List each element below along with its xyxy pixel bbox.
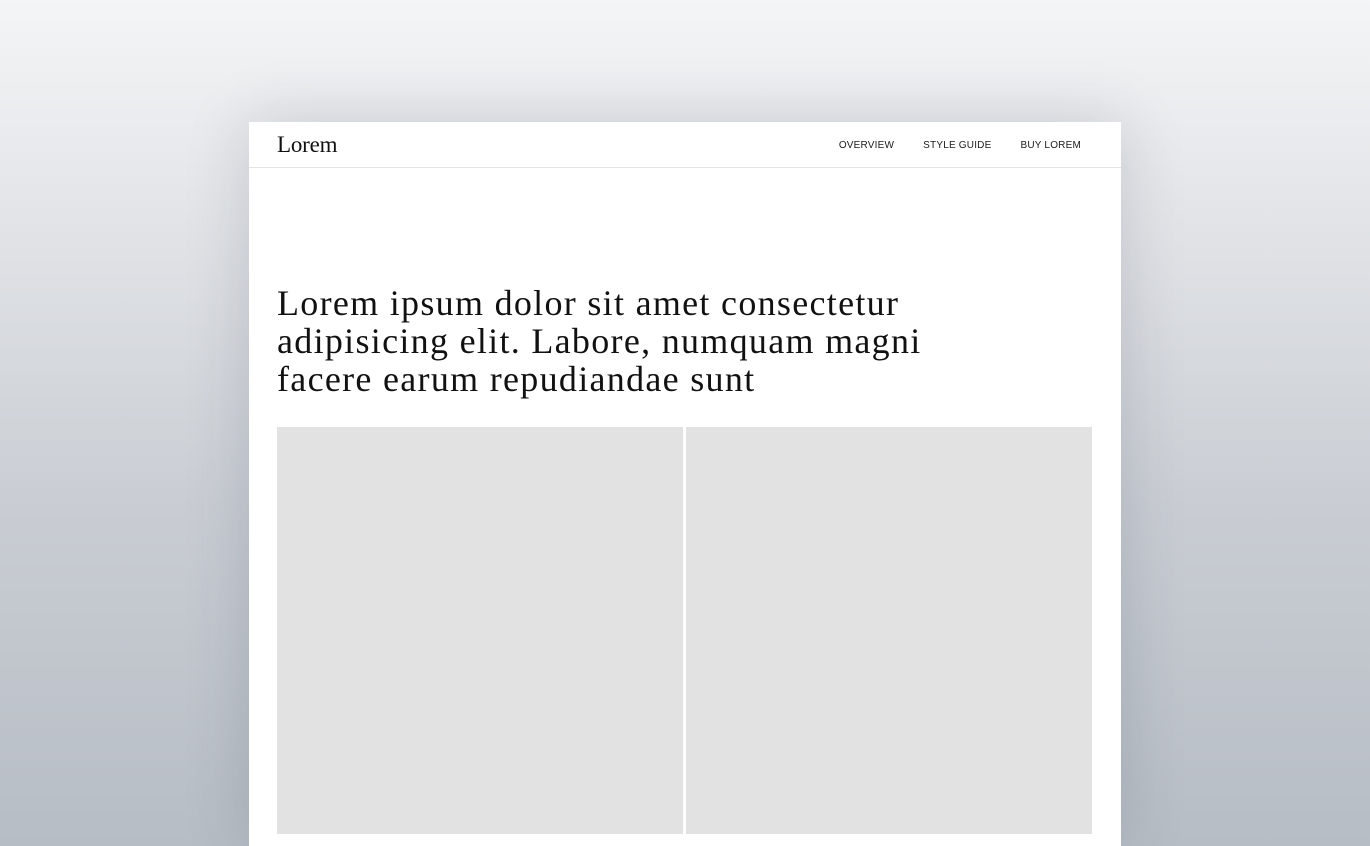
nav-links: OVERVIEW STYLE GUIDE BUY LOREM xyxy=(839,122,1081,168)
nav-link-overview[interactable]: OVERVIEW xyxy=(839,140,894,151)
page-card: Lorem OVERVIEW STYLE GUIDE BUY LOREM Lor… xyxy=(249,122,1121,846)
top-navigation-bar: Lorem OVERVIEW STYLE GUIDE BUY LOREM xyxy=(249,122,1121,168)
nav-link-buy-lorem[interactable]: BUY LOREM xyxy=(1020,140,1081,151)
image-placeholder-left xyxy=(277,427,683,834)
image-grid xyxy=(277,427,1092,834)
nav-link-style-guide[interactable]: STYLE GUIDE xyxy=(923,140,991,151)
brand-logo[interactable]: Lorem xyxy=(277,132,338,158)
hero-headline: Lorem ipsum dolor sit amet consectetur a… xyxy=(277,283,922,399)
image-placeholder-right xyxy=(686,427,1092,834)
